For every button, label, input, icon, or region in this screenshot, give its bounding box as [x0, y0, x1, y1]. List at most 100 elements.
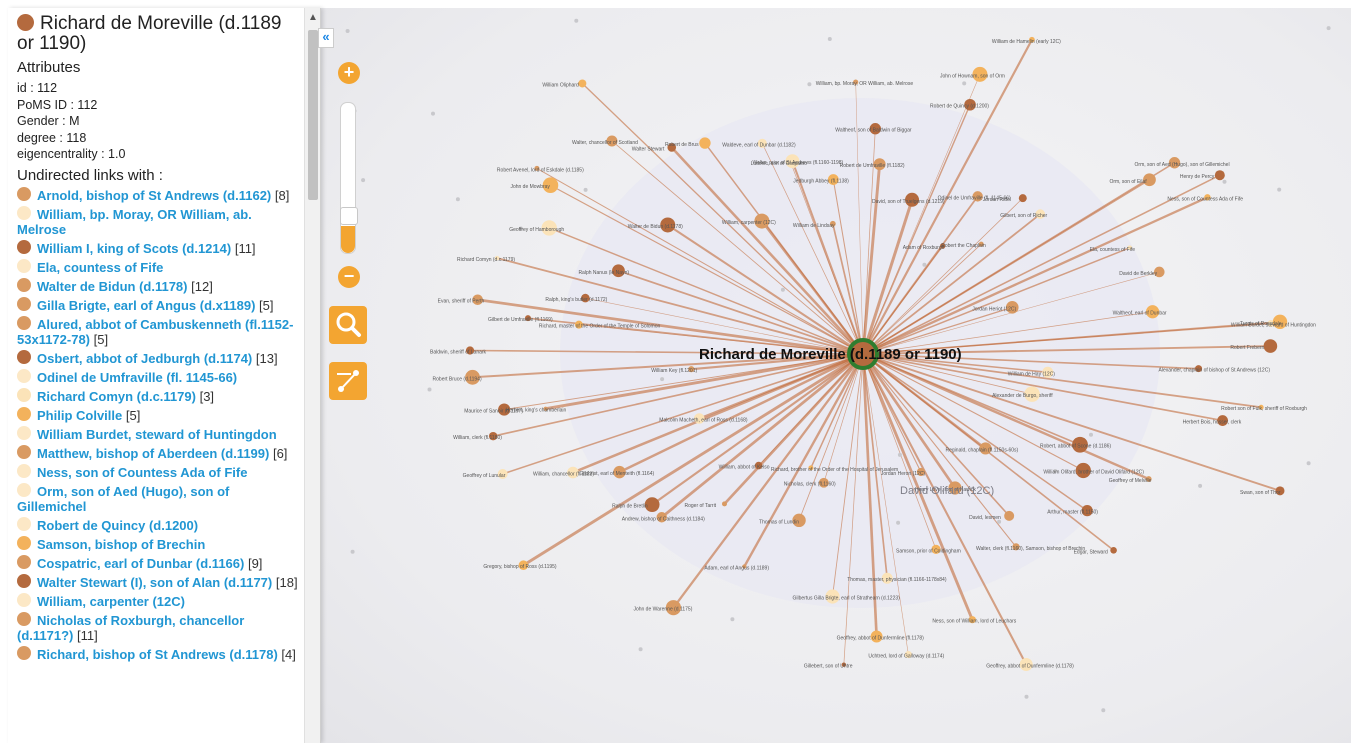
linked-node-link[interactable]: Nicholas of Roxburgh, chancellor (d.1171…: [17, 613, 244, 643]
attribute-eigencentrality: eigencentrality : 1.0: [17, 147, 126, 161]
link-count: [11]: [76, 627, 98, 643]
graph-node[interactable]: [638, 647, 643, 652]
shortest-path-button[interactable]: [329, 362, 367, 400]
link-item: William, carpenter (12C): [17, 592, 300, 609]
link-item: Samson, bishop of Brechin: [17, 535, 300, 552]
graph-node[interactable]: [361, 178, 366, 183]
graph-node[interactable]: [1110, 546, 1117, 554]
node-color-icon: [17, 444, 31, 459]
graph-node-label: Herbert, king's chamberlain: [506, 408, 567, 414]
graph-node[interactable]: [1306, 461, 1311, 466]
linked-node-link[interactable]: Osbert, abbot of Jedburgh (d.1174): [37, 351, 252, 366]
graph-node[interactable]: [730, 617, 735, 622]
graph-node-label: Orm, son of Eilaf: [1109, 179, 1147, 185]
linked-node-link[interactable]: Samson, bishop of Brechin: [37, 537, 205, 552]
graph-node[interactable]: [1024, 694, 1029, 699]
graph-node-label: William Olifard, brother of David Olifar…: [1043, 469, 1144, 475]
linked-node-link[interactable]: Ness, son of Countess Ada of Fife: [37, 465, 247, 480]
graph-node[interactable]: [427, 387, 432, 392]
graph-node[interactable]: [780, 287, 785, 292]
graph-node-label: Walter, prior of St Andrews (fl.1160-119…: [752, 160, 843, 166]
network-graph-canvas[interactable]: Alexander, chaplain of bishop of St Andr…: [320, 8, 1351, 743]
linked-node-link[interactable]: William I, king of Scots (d.1214): [37, 241, 231, 256]
graph-node[interactable]: [699, 137, 711, 149]
scroll-up-icon[interactable]: ▲: [308, 12, 318, 23]
linked-node-link[interactable]: Cospatric, earl of Dunbar (d.1166): [37, 556, 244, 571]
zoom-slider[interactable]: [340, 102, 358, 254]
node-color-icon: [17, 296, 31, 311]
graph-node[interactable]: [583, 187, 588, 192]
linked-node-link[interactable]: Gilla Brigte, earl of Angus (d.x1189): [37, 298, 255, 313]
linked-node-link[interactable]: William, bp. Moray, OR William, ab. Melr…: [17, 207, 252, 237]
graph-node[interactable]: [897, 452, 902, 457]
graph-node[interactable]: [1018, 194, 1027, 203]
graph-node[interactable]: [1222, 179, 1227, 184]
graph-node-label: Malcolm Macheth, earl of Ross (d.1168): [659, 417, 748, 423]
link-count: [5]: [259, 297, 274, 313]
graph-node[interactable]: [1101, 708, 1106, 713]
linked-node-link[interactable]: Arnold, bishop of St Andrews (d.1162): [37, 188, 271, 203]
network-graph-svg[interactable]: Alexander, chaplain of bishop of St Andr…: [320, 8, 1351, 743]
graph-node[interactable]: [896, 520, 901, 525]
sidebar-content: Richard de Moreville (d.1189 or 1190) At…: [17, 14, 300, 665]
graph-node[interactable]: [1263, 339, 1278, 353]
zoom-slider-handle[interactable]: [340, 207, 358, 225]
linked-node-link[interactable]: Robert de Quincy (d.1200): [37, 518, 198, 533]
graph-node-label: Geoffrey, abbot of Dunfermline (d.1178): [986, 663, 1074, 669]
graph-node[interactable]: [578, 79, 587, 88]
graph-node[interactable]: [455, 197, 460, 202]
graph-node[interactable]: [1198, 483, 1203, 488]
linked-node-link[interactable]: Orm, son of Aed (Hugo), son of Gillemich…: [17, 484, 229, 514]
graph-node-label: David de Berkley: [1119, 271, 1157, 277]
graph-node-label: Adam of Roxburgh: [903, 245, 945, 251]
linked-node-link[interactable]: Richard Comyn (d.c.1179): [37, 389, 196, 404]
zoom-in-button[interactable]: +: [338, 62, 360, 84]
graph-node-label: Alexander, chaplain of bishop of St Andr…: [1159, 368, 1271, 374]
node-color-icon: [17, 611, 31, 626]
graph-node[interactable]: [1326, 26, 1331, 31]
graph-node[interactable]: [962, 81, 967, 86]
node-color-icon: [17, 277, 31, 292]
node-color-icon: [17, 592, 31, 607]
sidebar-scrollbar[interactable]: ▲: [304, 8, 320, 743]
attribute-poms-id: PoMS ID : 112: [17, 97, 98, 112]
graph-node[interactable]: [807, 82, 812, 87]
link-item: Nicholas of Roxburgh, chancellor (d.1171…: [17, 611, 300, 643]
graph-node[interactable]: [574, 18, 579, 23]
graph-node[interactable]: [922, 262, 927, 267]
graph-node[interactable]: [345, 29, 350, 33]
graph-node[interactable]: [350, 549, 355, 554]
linked-node-link[interactable]: William Burdet, steward of Huntingdon: [37, 427, 277, 442]
graph-node-label: Samson, prior of Coldingham: [896, 548, 961, 554]
linked-node-link[interactable]: Odinel de Umfraville (fl. 1145-66): [37, 370, 237, 385]
linked-node-link[interactable]: Philip Colville: [37, 408, 122, 423]
graph-node-label: Richard, master of the Order of the Temp…: [539, 324, 661, 330]
linked-node-link[interactable]: Ela, countess of Fife: [37, 260, 163, 275]
linked-node-link[interactable]: Alured, abbot of Cambuskenneth (fl.1152-…: [17, 317, 293, 347]
graph-node[interactable]: [1004, 510, 1015, 521]
scrollbar-thumb[interactable]: [308, 30, 318, 200]
graph-node-label: Evan, sheriff of Perth: [438, 299, 485, 305]
linked-node-link[interactable]: Richard, bishop of St Andrews (d.1178): [37, 647, 278, 662]
node-color-icon: [17, 239, 31, 254]
search-button[interactable]: [329, 306, 367, 344]
link-item: William Burdet, steward of Huntingdon: [17, 425, 300, 442]
node-color-icon: [17, 554, 31, 569]
node-color-icon: [17, 482, 31, 497]
graph-node[interactable]: [1214, 170, 1225, 181]
graph-node[interactable]: [721, 501, 727, 507]
graph-node-label: Adam, earl of Angus (d.1189): [704, 565, 769, 571]
graph-node[interactable]: [431, 111, 435, 116]
graph-node[interactable]: [827, 37, 832, 41]
collapse-sidebar-button[interactable]: «: [318, 28, 334, 48]
linked-node-link[interactable]: William, carpenter (12C): [37, 594, 185, 609]
graph-node[interactable]: [1277, 187, 1282, 192]
graph-node[interactable]: [660, 377, 665, 382]
zoom-out-button[interactable]: −: [338, 266, 360, 288]
graph-node[interactable]: [1089, 432, 1093, 437]
linked-node-link[interactable]: Walter de Bidun (d.1178): [37, 279, 188, 294]
linked-node-link[interactable]: Matthew, bishop of Aberdeen (d.1199): [37, 446, 269, 461]
graph-node-label: Jordan Heriot (12C): [972, 306, 1016, 312]
link-item: Richard, bishop of St Andrews (d.1178) […: [17, 645, 300, 662]
linked-node-link[interactable]: Walter Stewart (I), son of Alan (d.1177): [37, 575, 272, 590]
